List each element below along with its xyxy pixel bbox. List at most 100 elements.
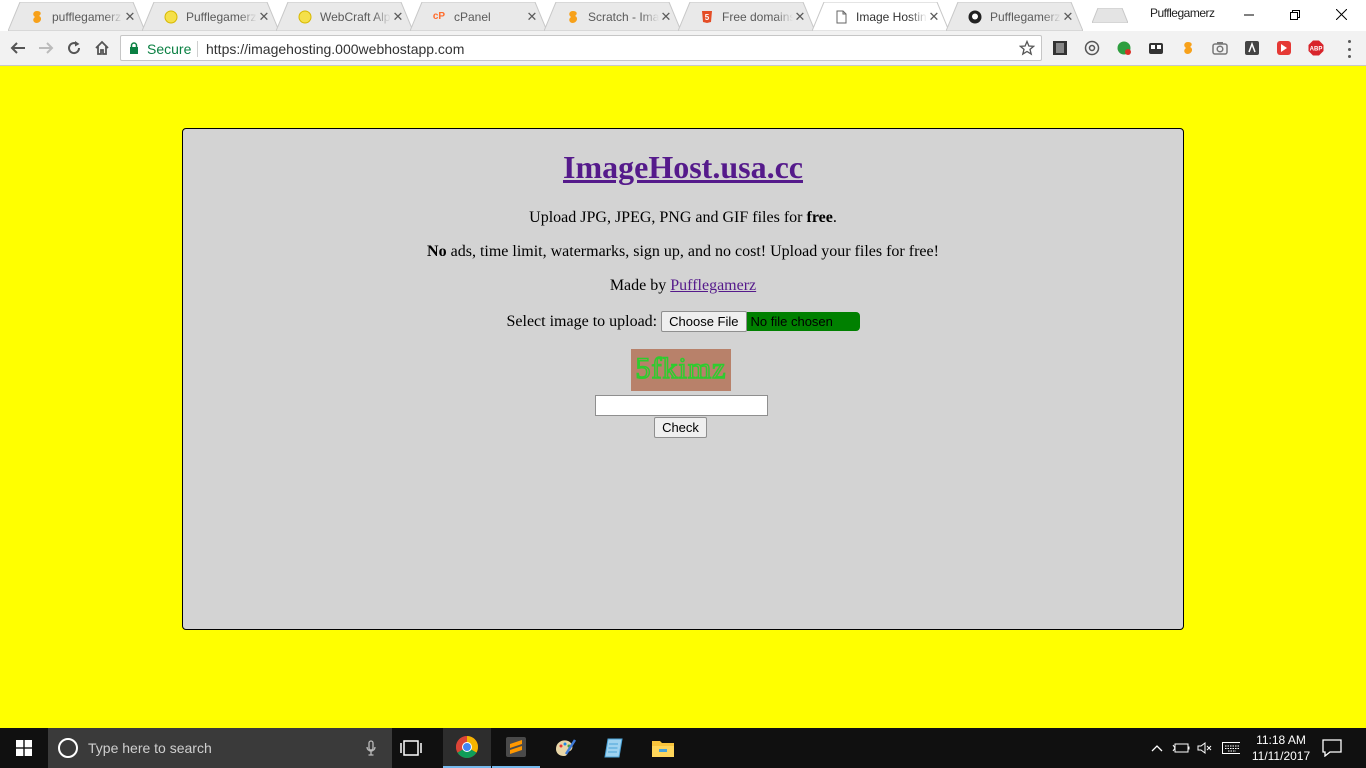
upload-desc-text: Upload JPG, JPEG, PNG and GIF files for — [529, 209, 807, 226]
close-window-button[interactable] — [1318, 0, 1364, 29]
start-button[interactable] — [0, 728, 48, 768]
url-text[interactable]: https://imagehosting.000webhostapp.com — [206, 41, 464, 57]
page-viewport: ImageHost.usa.cc Upload JPG, JPEG, PNG a… — [0, 66, 1366, 728]
tab-close-icon[interactable]: ✕ — [123, 9, 137, 24]
address-bar[interactable]: Secure https://imagehosting.000webhostap… — [120, 35, 1042, 61]
search-placeholder: Type here to search — [88, 740, 212, 756]
task-view-icon[interactable] — [400, 738, 422, 758]
forward-arrow-icon — [39, 42, 54, 54]
made-by-text: Made by — [609, 277, 671, 294]
new-tab-button[interactable] — [1092, 8, 1128, 23]
tab-image-hosting[interactable]: Image Hosting ✕ — [812, 2, 949, 31]
tab-scratch-imagine[interactable]: Scratch - Imagine ✕ — [544, 2, 681, 31]
page-icon — [834, 10, 848, 24]
tab-close-icon[interactable]: ✕ — [659, 9, 673, 24]
lock-icon[interactable] — [129, 42, 139, 54]
adblock-plus-icon[interactable]: ABP — [1307, 39, 1325, 57]
tab-close-icon[interactable]: ✕ — [927, 9, 941, 24]
home-button[interactable] — [90, 36, 114, 60]
no-ads-text: ads, time limit, watermarks, sign up, an… — [446, 243, 939, 260]
taskbar-search-box[interactable]: Type here to search — [48, 728, 392, 768]
back-button[interactable] — [6, 36, 30, 60]
cortana-icon — [58, 738, 78, 758]
notepad-icon — [604, 738, 623, 758]
select-image-label: Select image to upload: — [506, 312, 658, 330]
restore-button[interactable] — [1272, 0, 1318, 29]
upload-desc-period: . — [832, 209, 837, 226]
cpanel-icon: cP — [432, 11, 446, 22]
microphone-icon[interactable] — [366, 740, 376, 756]
author-link[interactable]: Pufflegamerz — [670, 277, 756, 294]
clock-time: 11:18 AM — [1256, 733, 1306, 747]
github-icon — [968, 10, 982, 24]
taskbar-sublime-text[interactable] — [492, 728, 540, 768]
taskbar-notepad[interactable] — [590, 728, 638, 768]
upload-row: Select image to upload: Choose File No f… — [183, 311, 1183, 332]
taskbar-chrome[interactable] — [443, 728, 491, 768]
keyboard-icon[interactable] — [1222, 739, 1240, 757]
profile-name[interactable]: Pufflegamerz — [1150, 6, 1215, 20]
check-button[interactable]: Check — [654, 417, 707, 438]
minimize-button[interactable] — [1226, 0, 1272, 29]
scratch-extension-icon[interactable] — [1179, 39, 1197, 57]
captcha-input[interactable] — [595, 395, 768, 416]
svg-text:5: 5 — [705, 13, 710, 22]
file-chosen-status[interactable]: No file chosen — [746, 312, 860, 331]
tab-close-icon[interactable]: ✕ — [525, 9, 539, 24]
tab-close-icon[interactable]: ✕ — [391, 9, 405, 24]
page-title: ImageHost.usa.cc — [183, 149, 1183, 186]
file-explorer-icon — [652, 741, 674, 757]
tab-cpanel[interactable]: cP cPanel ✕ — [410, 2, 547, 31]
captcha-image: 5fkimz — [631, 349, 731, 391]
chrome-icon — [456, 736, 478, 758]
svg-text:ABP: ABP — [1310, 47, 1323, 53]
taskbar-file-explorer[interactable] — [639, 728, 687, 768]
film-strip-extension-icon[interactable] — [1051, 39, 1069, 57]
reload-button[interactable] — [62, 36, 86, 60]
captcha-text: 5fkimz — [635, 351, 727, 386]
green-extension-icon[interactable] — [1115, 39, 1133, 57]
upload-card: ImageHost.usa.cc Upload JPG, JPEG, PNG a… — [182, 128, 1184, 630]
tab-close-icon[interactable]: ✕ — [793, 9, 807, 24]
bookmark-star-icon[interactable] — [1019, 40, 1035, 56]
no-ads-description: No ads, time limit, watermarks, sign up,… — [183, 243, 1183, 261]
choose-file-button[interactable]: Choose File — [661, 311, 747, 332]
tab-title: pufflegamerz — [52, 9, 122, 24]
tab-close-icon[interactable]: ✕ — [1061, 9, 1075, 24]
action-center-icon[interactable] — [1322, 739, 1342, 757]
system-clock[interactable]: 11:18 AM 11/11/2017 — [1248, 732, 1314, 764]
taskbar-paint[interactable] — [541, 728, 589, 768]
smiley-icon — [164, 10, 178, 24]
site-title-link[interactable]: ImageHost.usa.cc — [563, 149, 803, 185]
scratch-icon — [566, 10, 580, 24]
chrome-menu-icon[interactable] — [1346, 40, 1352, 58]
tab-free-domains[interactable]: 5 Free domains ✕ — [678, 2, 815, 31]
windows-logo-icon — [16, 740, 32, 756]
tab-pufflegamerz-smiley[interactable]: Pufflegamerz ✕ — [142, 2, 279, 31]
battery-icon[interactable] — [1172, 739, 1190, 757]
tab-title: cPanel — [454, 9, 491, 24]
reload-icon — [68, 41, 81, 55]
inspector-extension-icon[interactable] — [1243, 39, 1261, 57]
camera-extension-icon[interactable] — [1211, 39, 1229, 57]
tab-title: Free domains — [722, 9, 793, 24]
tab-title: WebCraft Alpha — [320, 9, 391, 24]
aperture-extension-icon[interactable] — [1083, 39, 1101, 57]
tab-title: Pufflegamerz — [990, 9, 1061, 24]
show-hidden-icons-chevron-icon[interactable] — [1148, 739, 1166, 757]
media-extension-icon[interactable] — [1275, 39, 1293, 57]
secure-label[interactable]: Secure — [147, 41, 191, 57]
upload-description: Upload JPG, JPEG, PNG and GIF files for … — [183, 209, 1183, 227]
tab-webcraft[interactable]: WebCraft Alpha ✕ — [276, 2, 413, 31]
browser-toolbar: Secure https://imagehosting.000webhostap… — [0, 31, 1366, 66]
tab-pufflegamerz-scratch[interactable]: pufflegamerz ✕ — [8, 2, 145, 31]
tab-title: Pufflegamerz — [186, 9, 257, 24]
tab-close-icon[interactable]: ✕ — [257, 9, 271, 24]
tab-pufflegamerz-github[interactable]: Pufflegamerz ✕ — [946, 2, 1083, 31]
tiles-extension-icon[interactable] — [1147, 39, 1165, 57]
tab-title: Image Hosting — [856, 9, 927, 24]
volume-muted-icon[interactable] — [1196, 739, 1214, 757]
home-icon — [95, 40, 109, 55]
html5-icon: 5 — [700, 10, 714, 24]
forward-button[interactable] — [34, 36, 58, 60]
